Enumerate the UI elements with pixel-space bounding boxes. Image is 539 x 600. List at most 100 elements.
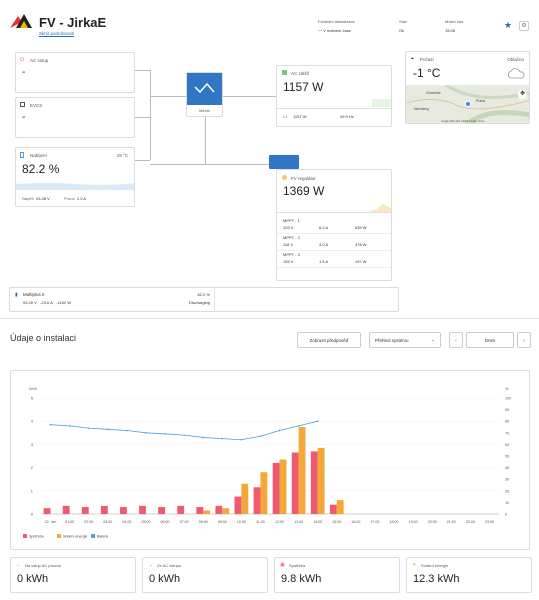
y-right-tick: 40 [505,466,509,470]
bar-spotřeba [43,508,51,514]
pv-charger-card[interactable]: FV regulátor 1369 W MPPT - 1 103 V 6.2 A… [276,169,392,281]
map-compass-icon[interactable]: ✥ [518,90,527,99]
legend-swatch [23,534,27,538]
battery-current: Proud 2.0 A [64,196,87,201]
y-right-tick: 20 [505,489,509,493]
bar-spotřeba [158,507,166,514]
x-tick: 05:00 [141,520,150,524]
sun-icon [282,175,287,180]
energy-chart: kWh %012345010203040506070809010022. Jan 0… [23,386,511,539]
battery-line [50,420,318,441]
ac-loads-sparkline [372,99,391,107]
legend-label: Solární energie [63,535,87,539]
x-tick: 23:00 [485,520,494,524]
pv-value: 1369 W [283,184,325,198]
bar-solární energie [279,459,287,514]
bar-spotřeba [62,505,70,514]
ac-input-value: - [22,67,26,78]
x-tick: 07:00 [180,520,189,524]
local-time-label: Místní čas [445,19,464,24]
mppt-row: MPPT - 1 103 V 6.2 A 639 W [277,218,391,235]
pv-label: FV regulátor [291,176,316,181]
total-label: Solární energie [421,563,449,568]
ac-loads-value: 1157 W [283,80,324,94]
x-tick: 03:00 [103,520,112,524]
ac-input-card[interactable]: ⏻ AC vstup - [15,52,135,93]
ac-loads-card[interactable]: AC zátěž 1157 W L1 1157 W 49.9 Hz [276,65,392,127]
hide-details-link[interactable]: Skrýt podrobnosti [39,31,74,36]
bar-spotřeba [196,507,204,514]
x-tick: 08:00 [199,520,208,524]
last-update-label: Poslední aktualizace [318,19,355,24]
x-tick: 18:00 [390,520,399,524]
mppt-row: MPPT - 2 118 V 4.0 A 478 W [277,235,391,252]
today-button[interactable]: Dnes [466,332,514,348]
bar-solární energie [241,483,249,514]
mppt-power: 478 W [355,242,367,247]
bar-spotřeba [253,487,261,514]
ac-loads-icon [282,70,287,75]
bar-spotřeba [139,505,146,514]
legend-swatch [57,534,61,538]
evcs-card[interactable]: EVCS - [15,97,135,138]
show-forecast-button[interactable]: Zobrazit předpověď [297,332,361,348]
settings-icon[interactable]: ⚙ [519,21,529,31]
cloud-icon [507,68,525,79]
bar-spotřeba [310,451,318,514]
mppt-name: MPPT - 3 [283,252,300,257]
next-day-button[interactable]: › [517,332,531,348]
battery-small-icon: ▮ [15,292,18,298]
battery-temp: 19 °C [116,153,128,158]
location-pin-icon: ⌖ [411,56,414,62]
x-tick: 14:00 [313,520,322,524]
mppt-power: 639 W [355,225,367,230]
last-update-value: 〰 V reálném čase [318,28,351,33]
bar-solární energie [203,510,211,514]
total-value: 0 kWh [17,573,49,585]
x-tick: 22:00 [466,520,475,524]
x-tick: 19:00 [409,520,418,524]
weather-map[interactable]: Chemnitz Praha Nürnberg ✥ Google Map dat… [406,83,529,123]
y-right-unit: % [505,386,509,391]
mppt-current: 1.5 A [319,259,329,264]
total-label: Na vstup AC proudu [25,563,61,568]
prev-day-button[interactable]: ‹ [449,332,463,348]
ac-loads-phase: L1 [283,114,288,119]
weather-card[interactable]: ⌖ Počasí Oblačno -1 °C Chemnitz Praha Nü… [405,51,530,124]
y-left-tick: 4 [31,419,34,424]
bar-spotřeba [120,507,127,514]
pv-sparkline [367,204,391,212]
view-select[interactable]: Přehled systému ⌄ [369,332,441,348]
multiplus-card[interactable]: ▮ Multiplus II 53.26 V -23.6 A -1162 W 8… [9,287,399,312]
total-card: ← Na vstup AC proudu 0 kWh [10,557,136,593]
mppt-voltage: 118 V [283,242,294,247]
battery-card[interactable]: Nabíjení 19 °C 82.2 % Napětí 53.28 V Pro… [15,147,135,207]
mppt-current: 4.0 A [319,242,329,247]
bar-spotřeba [100,505,108,514]
total-value: 12.3 kWh [413,573,460,585]
total-card: → Ze AC vstupu 0 kWh [142,557,268,593]
ac-loads-label: AC zátěž [291,71,310,76]
x-tick: 21:00 [447,520,456,524]
y-left-tick: 1 [31,488,34,493]
total-card: ▣ Spotřeba 9.8 kWh [274,557,400,593]
inverter-card[interactable]: Měnič [186,72,223,117]
x-tick: 16:00 [351,520,360,524]
star-icon[interactable]: ★ [504,20,512,31]
total-label: Ze AC vstupu [157,563,182,568]
x-tick: 13:00 [294,520,303,524]
battery-label: Nabíjení [30,153,47,158]
multiplus-status: Discharging [188,300,210,305]
plug-icon: ⏻ [20,57,24,63]
weather-condition: Oblačno [507,57,524,62]
x-tick: 15:00 [332,520,341,524]
x-tick: 20:00 [428,520,437,524]
total-value: 9.8 kWh [281,573,322,585]
x-tick: 17:00 [370,520,379,524]
chevron-left-icon: ‹ [455,337,457,343]
x-tick: 06:00 [161,520,170,524]
y-right-tick: 30 [505,478,509,482]
map-city-label: Praha [476,99,486,103]
chevron-down-icon: ⌄ [431,337,435,342]
arrow-right-icon: → [148,562,153,568]
